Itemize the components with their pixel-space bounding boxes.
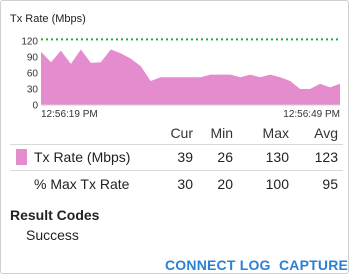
tx-rate-area [41, 49, 340, 105]
max-tx-rate-cur: 30 [177, 176, 193, 192]
connect-log-button[interactable]: CONNECT LOG [165, 257, 271, 273]
tx-rate-cur: 39 [177, 149, 193, 165]
col-avg: Avg [314, 125, 338, 141]
col-min: Min [210, 125, 233, 141]
x-axis: 12:56:19 PM 12:56:49 PM [41, 109, 340, 120]
y-tick-label: 60 [27, 69, 39, 80]
tx-rate-card: Tx Rate (Mbps) 0 30 60 90 120 12:56:19 PM 12:… [0, 0, 349, 274]
x-tick-label: 12:56:49 PM [283, 109, 340, 120]
x-tick-label: 12:56:19 PM [41, 109, 98, 120]
divider [10, 144, 343, 145]
divider [10, 170, 343, 171]
max-tx-rate-avg: 95 [322, 176, 338, 192]
col-max: Max [262, 125, 289, 141]
y-tick-label: 0 [32, 101, 38, 112]
y-tick-label: 120 [21, 37, 38, 48]
result-codes-title: Result Codes [10, 207, 100, 223]
capture-button[interactable]: CAPTURE [279, 257, 348, 273]
tx-rate-min: 26 [217, 149, 233, 165]
result-code-value: Success [26, 227, 79, 243]
tx-rate-max: 130 [265, 149, 289, 165]
col-cur: Cur [170, 125, 193, 141]
series-color-swatch [16, 149, 27, 165]
y-tick-label: 30 [27, 85, 39, 96]
tx-rate-avg: 123 [314, 149, 338, 165]
tx-rate-chart: 0 30 60 90 120 12:56:19 PM 12:56:49 PM [21, 37, 340, 120]
max-tx-rate-min: 20 [217, 176, 233, 192]
y-axis: 0 30 60 90 120 [21, 37, 38, 112]
y-tick-label: 90 [27, 53, 39, 64]
max-tx-rate-max: 100 [265, 176, 289, 192]
row-label-max-tx-rate: % Max Tx Rate [34, 176, 130, 192]
row-label-tx-rate: Tx Rate (Mbps) [34, 149, 131, 165]
